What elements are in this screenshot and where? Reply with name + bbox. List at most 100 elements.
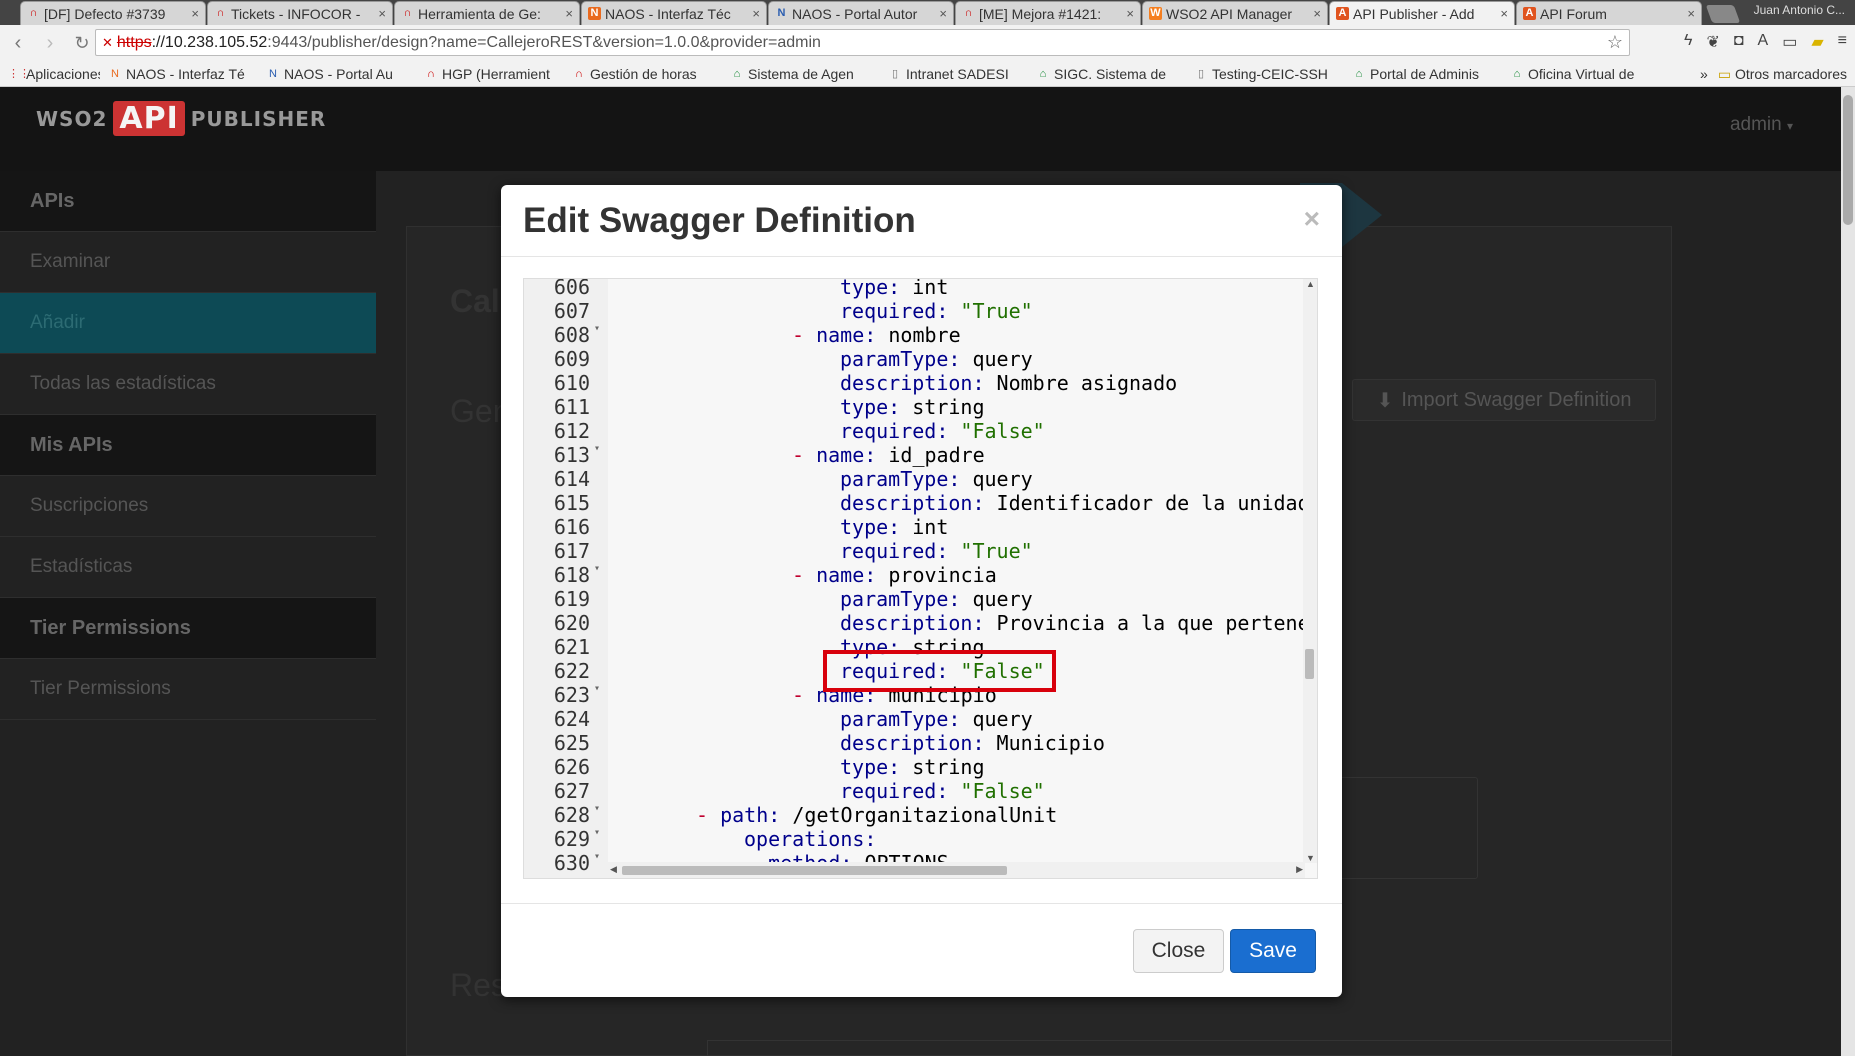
browser-tab[interactable]: ∩ Tickets - INFOCOR - × [207, 1, 393, 25]
sidebar-item[interactable]: Examinar [0, 232, 376, 293]
wso2-icon: W [1149, 7, 1162, 20]
new-tab-button[interactable] [1705, 5, 1741, 23]
editor-vertical-scrollbar-thumb[interactable] [1305, 649, 1314, 679]
line-number: 610 [553, 371, 590, 395]
browser-profile-name[interactable]: Juan Antonio C... [1754, 3, 1845, 17]
save-button[interactable]: Save [1230, 929, 1316, 973]
browser-tab[interactable]: A API Forum × [1516, 1, 1702, 25]
tab-close-icon[interactable]: × [752, 6, 760, 21]
bookmark-item[interactable]: N NAOS - Portal Au [266, 66, 416, 82]
reload-icon[interactable]: ↻ [72, 33, 92, 54]
fold-arrow-icon[interactable]: ▾ [594, 323, 600, 334]
yaml-value: string [912, 395, 985, 419]
page-scrollbar[interactable] [1841, 87, 1855, 1056]
bookmark-item[interactable]: ▯ Testing-CEIC-SSH [1194, 66, 1344, 82]
bookmark-item[interactable]: ⌂ Sistema de Agen [730, 66, 880, 82]
modal-close-icon[interactable]: × [1304, 203, 1320, 235]
highlight-annotation-box [823, 650, 1056, 692]
yaml-colon: : [948, 467, 973, 491]
line-number: 631 [524, 875, 590, 878]
editor-vertical-scrollbar[interactable]: ▲ ▼ [1303, 279, 1317, 863]
cast-icon[interactable]: ▭ [1782, 32, 1797, 52]
tab-close-icon[interactable]: × [1500, 6, 1508, 21]
sidebar-section-header: APIs [0, 171, 376, 232]
bookmark-item[interactable]: ∩ HGP (Herramient [424, 66, 564, 82]
wso2-publisher-logo[interactable]: WSO2 API PUBLISHER [36, 101, 326, 136]
scroll-down-icon[interactable]: ▼ [1306, 853, 1315, 863]
lightning-extension-icon[interactable]: ϟ [1684, 32, 1692, 52]
fold-arrow-icon[interactable]: ▾ [594, 563, 600, 574]
tab-title: [DF] Defecto #3739 [44, 5, 166, 22]
editor-horizontal-scrollbar[interactable]: ◀ ▶ [608, 862, 1305, 878]
browser-tab[interactable]: A API Publisher - Add × [1329, 1, 1515, 25]
tab-close-icon[interactable]: × [378, 6, 386, 21]
bookmark-star-icon[interactable]: ☆ [1607, 32, 1623, 53]
fold-arrow-icon[interactable]: ▾ [594, 851, 600, 862]
browser-tab[interactable]: N NAOS - Portal Autor × [768, 1, 954, 25]
bookmark-item[interactable]: ⌂ Portal de Adminis [1352, 66, 1502, 82]
pocket-extension-icon[interactable]: ◘ [1734, 32, 1744, 52]
note-extension-icon[interactable]: ▰ [1811, 32, 1823, 52]
fold-arrow-icon[interactable]: ▾ [594, 803, 600, 814]
browser-tab[interactable]: W WSO2 API Manager × [1142, 1, 1328, 25]
address-bar[interactable]: ✕ https://10.238.105.52:9443/publisher/d… [95, 29, 1630, 56]
bookmark-label: Aplicaciones [26, 65, 100, 82]
caret-down-icon: ▾ [1786, 119, 1793, 133]
bookmarks-bar: ⋮⋮ Aplicaciones N NAOS - Interfaz Té N NAOS -… [0, 61, 1855, 87]
sidebar-item[interactable]: Estadísticas [0, 537, 376, 598]
tab-close-icon[interactable]: × [1313, 6, 1321, 21]
back-icon[interactable]: ‹ [8, 32, 28, 55]
editor-horizontal-scrollbar-thumb[interactable] [622, 866, 1007, 875]
tab-close-icon[interactable]: × [565, 6, 573, 21]
bookmark-item[interactable]: ⌂ Oficina Virtual de [1510, 66, 1660, 82]
sidebar-item[interactable]: Todas las estadísticas [0, 354, 376, 415]
bookmark-item[interactable]: ∩ Gestión de horas [572, 66, 722, 82]
import-swagger-button[interactable]: ⬇ Import Swagger Definition [1352, 379, 1656, 421]
browser-tab[interactable]: ∩ [DF] Defecto #3739 × [20, 1, 206, 25]
bookmark-label: NAOS - Interfaz Té [126, 65, 245, 82]
close-button[interactable]: Close [1133, 929, 1224, 973]
line-number: 625 [553, 731, 590, 755]
menu-icon[interactable]: ≡ [1838, 32, 1847, 52]
swagger-code-editor[interactable]: 606 type: int 607 required: "True" 608 ▾ - nam… [523, 278, 1318, 879]
scroll-left-icon[interactable]: ◀ [610, 864, 617, 875]
bookmark-item[interactable]: ▯ Intranet SADESI [888, 66, 1028, 82]
bookmarks-overflow[interactable]: » [1700, 66, 1708, 82]
other-bookmarks-folder[interactable]: ▭ Otros marcadores [1718, 66, 1847, 83]
browser-tab[interactable]: ∩ Herramienta de Ge: × [394, 1, 580, 25]
translate-extension-icon[interactable]: A [1758, 32, 1769, 52]
bookmark-label: Oficina Virtual de [1528, 65, 1635, 82]
code-text: paramType: query [840, 587, 1033, 611]
bookmark-item[interactable]: N NAOS - Interfaz Té [108, 66, 258, 82]
scroll-up-icon[interactable]: ▲ [1306, 279, 1315, 289]
evernote-extension-icon[interactable]: ❦ [1706, 32, 1719, 52]
page-scrollbar-thumb[interactable] [1843, 95, 1853, 225]
bookmark-label: Testing-CEIC-SSH [1212, 65, 1328, 82]
tab-close-icon[interactable]: × [1687, 6, 1695, 21]
fold-arrow-icon[interactable]: ▾ [594, 683, 600, 694]
bookmark-item[interactable]: ⌂ SIGC. Sistema de [1036, 66, 1186, 82]
url-scheme: https [116, 33, 152, 51]
bookmark-item[interactable]: ⋮⋮ Aplicaciones [8, 66, 100, 82]
sidebar-item[interactable]: Suscripciones [0, 476, 376, 537]
yaml-key: type [840, 755, 889, 779]
forward-icon[interactable]: › [40, 32, 60, 55]
sidebar-item[interactable]: Tier Permissions [0, 659, 376, 720]
tab-close-icon[interactable]: × [939, 6, 947, 21]
browser-tab[interactable]: N NAOS - Interfaz Téc × [581, 1, 767, 25]
yaml-colon: : [864, 443, 889, 467]
yaml-colon: : [972, 371, 997, 395]
logo-wso2: WSO2 [36, 106, 108, 131]
scroll-right-icon[interactable]: ▶ [1296, 864, 1303, 875]
tab-close-icon[interactable]: × [1126, 6, 1134, 21]
fold-arrow-icon[interactable]: ▾ [594, 827, 600, 838]
page-icon: ▯ [891, 67, 899, 80]
tab-close-icon[interactable]: × [191, 6, 199, 21]
user-menu[interactable]: admin ▾ [1730, 114, 1793, 136]
yaml-value: "False" [960, 779, 1045, 803]
sidebar-item[interactable]: Añadir [0, 293, 376, 354]
browser-tab[interactable]: ∩ [ME] Mejora #1421: × [955, 1, 1141, 25]
fold-arrow-icon[interactable]: ▾ [594, 443, 600, 454]
line-number: 616 [553, 515, 590, 539]
code-text: - path: /getOrganitazionalUnit [696, 803, 1057, 827]
